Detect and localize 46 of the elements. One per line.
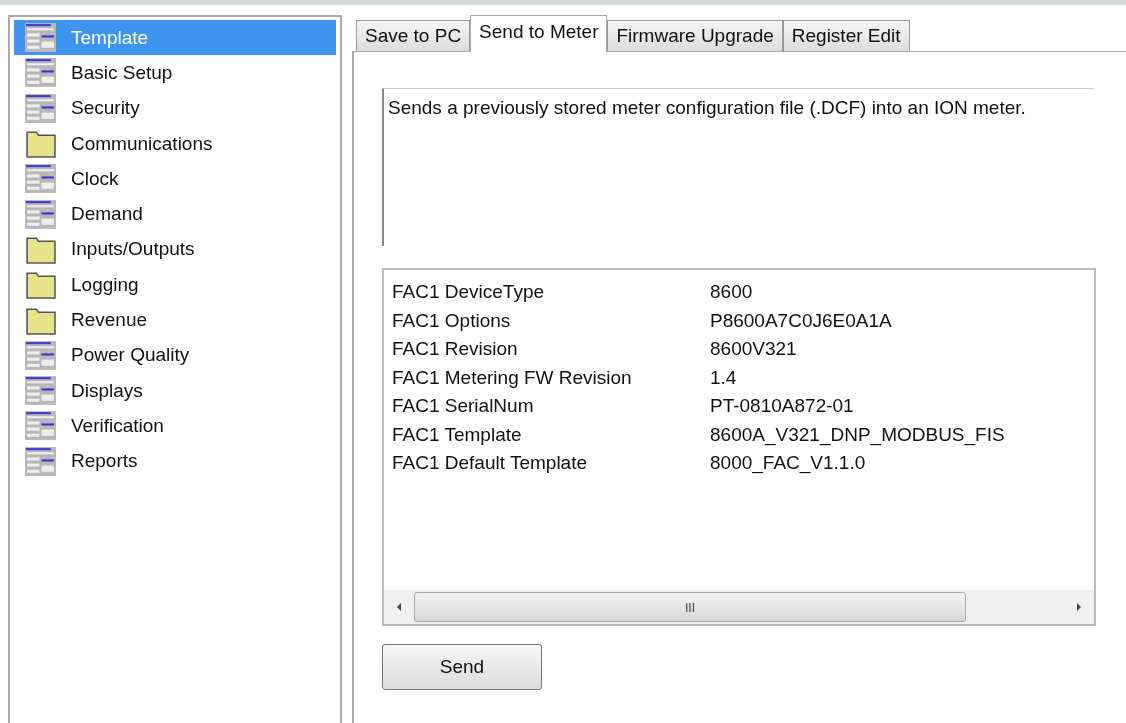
property-value: P8600A7C0J6E0A1A: [710, 309, 892, 332]
tree-item[interactable]: Communications: [14, 125, 336, 162]
form-icon: [24, 445, 57, 477]
tree-item[interactable]: Power Quality: [14, 337, 336, 373]
horizontal-scrollbar[interactable]: III: [384, 590, 1094, 624]
tree-item[interactable]: Logging: [14, 267, 336, 303]
form-icon: [24, 410, 57, 442]
tree-item[interactable]: Basic Setup: [14, 55, 336, 91]
form-icon: [24, 163, 57, 195]
tree-item[interactable]: Security: [14, 90, 336, 126]
tree-item[interactable]: Displays: [14, 372, 336, 409]
form-icon: [24, 22, 57, 54]
tree-item[interactable]: Revenue: [14, 302, 336, 338]
property-value: 1.4: [710, 366, 737, 389]
property-name: FAC1 DeviceType: [392, 281, 546, 304]
form-icon: [24, 92, 57, 124]
form-icon: [24, 375, 57, 407]
property-name: FAC1 Options: [392, 309, 512, 332]
property-value: 8000_FAC_V1.1.0: [710, 452, 866, 475]
folder-icon: [24, 128, 57, 160]
property-value: PT-0810A872-01: [710, 395, 854, 418]
tree-item[interactable]: Clock: [14, 161, 336, 197]
description-text: Sends a previously stored meter configuration file (.DCF) into an ION meter.: [388, 96, 1027, 120]
tree-item[interactable]: Demand: [14, 196, 336, 232]
property-name: FAC1 Default Template: [392, 452, 589, 475]
tab[interactable]: Send to Meter: [470, 15, 608, 52]
tab[interactable]: Save to PC: [356, 20, 471, 51]
tree-item[interactable]: Reports: [14, 443, 336, 479]
send-button[interactable]: Send: [382, 644, 542, 690]
folder-icon: [24, 269, 57, 301]
property-value: 8600: [710, 281, 753, 304]
property-value: 8600A_V321_DNP_MODBUS_FIS: [710, 423, 1005, 446]
tab[interactable]: Register Edit: [782, 20, 910, 51]
property-name: FAC1 SerialNum: [392, 395, 535, 418]
property-name: FAC1 Revision: [392, 338, 519, 361]
property-value: 8600V321: [710, 338, 797, 361]
scroll-right-icon[interactable]: [1074, 601, 1084, 613]
form-icon: [24, 198, 57, 230]
tree-item[interactable]: Verification: [14, 408, 336, 444]
form-icon: [24, 339, 57, 371]
tree-item[interactable]: Inputs/Outputs: [14, 231, 336, 268]
property-name: FAC1 Metering FW Revision: [392, 366, 633, 389]
scroll-thumb[interactable]: III: [414, 592, 966, 622]
property-name: FAC1 Template: [392, 423, 523, 446]
tab[interactable]: Firmware Upgrade: [607, 20, 783, 51]
form-icon: [24, 57, 57, 89]
